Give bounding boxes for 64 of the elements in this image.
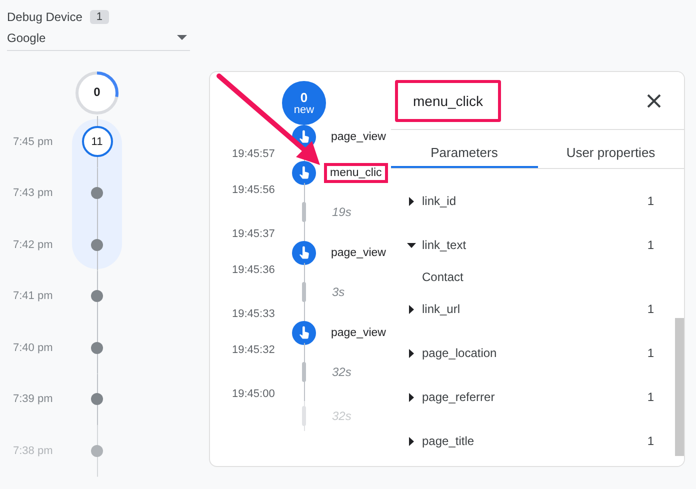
- expand-icon[interactable]: [407, 436, 416, 446]
- hand-pointer-icon: [292, 321, 316, 345]
- device-label: Debug Device: [7, 10, 82, 24]
- parameter-name[interactable]: page_title: [422, 434, 648, 448]
- event-name[interactable]: page_view: [331, 247, 386, 259]
- event-name[interactable]: page_view: [331, 327, 386, 339]
- parameter-value: Contact: [422, 270, 464, 284]
- parameter-count: 1: [647, 302, 654, 316]
- duration-label: 3s: [332, 285, 346, 299]
- timestamp: 19:45:32: [231, 344, 276, 356]
- duration-bar: [302, 362, 306, 382]
- duration-label: 32s: [332, 409, 352, 423]
- expand-icon[interactable]: [407, 196, 416, 206]
- duration-label: 32s: [332, 365, 352, 379]
- event-name[interactable]: menu_clic: [324, 163, 388, 183]
- parameter-name[interactable]: link_url: [422, 302, 648, 316]
- pending-count-ring: 0: [74, 70, 120, 116]
- new-events-badge[interactable]: 0 new: [282, 81, 326, 125]
- scrollbar-thumb[interactable]: [675, 318, 684, 456]
- timestamp: 19:45:33: [231, 308, 276, 320]
- parameter-count: 1: [647, 434, 654, 448]
- parameter-count: 1: [647, 194, 654, 208]
- event-name[interactable]: page_view: [331, 131, 386, 143]
- minute-label: 7:41 pm: [13, 290, 54, 302]
- expand-icon[interactable]: [407, 392, 416, 402]
- parameter-name[interactable]: page_referrer: [422, 390, 648, 404]
- device-count-badge: 1: [90, 10, 108, 24]
- minute-dot[interactable]: [91, 393, 103, 406]
- minute-label: 7:39 pm: [13, 393, 54, 406]
- timestamp: 19:45:36: [231, 264, 276, 276]
- minute-label: 7:42 pm: [13, 238, 54, 251]
- timestamp: 19:45:57: [231, 148, 276, 160]
- expand-icon[interactable]: [407, 348, 416, 358]
- minute-count-badge[interactable]: 11: [82, 126, 112, 158]
- collapse-icon[interactable]: [407, 240, 416, 250]
- tab[interactable]: Parameters: [391, 130, 538, 168]
- parameter-name[interactable]: page_location: [422, 346, 648, 360]
- minute-dot[interactable]: [91, 187, 103, 200]
- duration-label: 19s: [332, 205, 352, 219]
- device-dropdown[interactable]: Google: [7, 25, 190, 51]
- parameter-name[interactable]: link_text: [422, 238, 648, 252]
- minute-dot[interactable]: [91, 290, 103, 302]
- minute-label: 7:38 pm: [13, 444, 54, 457]
- event-title: menu_click: [395, 80, 502, 122]
- minute-label: 7:40 pm: [13, 342, 54, 354]
- parameter-count: 1: [647, 346, 654, 360]
- minute-label: 7:45 pm: [13, 136, 54, 148]
- timestamp: 19:45:56: [231, 184, 276, 196]
- parameter-count: 1: [647, 238, 654, 252]
- timestamp: 19:45:00: [231, 388, 276, 400]
- minute-label: 7:43 pm: [13, 187, 54, 200]
- close-icon[interactable]: [647, 94, 661, 108]
- caret-icon: [177, 35, 187, 40]
- hand-pointer-icon: [292, 241, 316, 265]
- parameter-name[interactable]: link_id: [422, 194, 648, 208]
- duration-bar: [302, 202, 306, 222]
- tab[interactable]: User properties: [538, 130, 684, 168]
- duration-bar: [302, 282, 306, 302]
- minute-dot[interactable]: [91, 444, 103, 457]
- timestamp: 19:45:37: [231, 228, 276, 240]
- minute-dot[interactable]: [91, 342, 103, 354]
- expand-icon[interactable]: [407, 304, 416, 314]
- parameter-count: 1: [647, 390, 654, 404]
- minute-dot[interactable]: [91, 238, 103, 251]
